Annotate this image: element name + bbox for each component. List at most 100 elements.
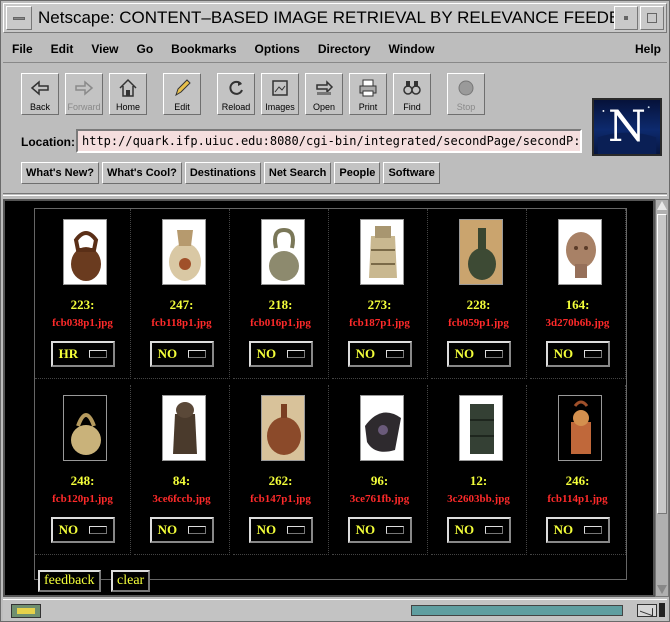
relevance-select[interactable]: NO (447, 341, 511, 367)
result-filename[interactable]: fcb016p1.jpg (233, 317, 328, 329)
people-button[interactable]: People (334, 162, 381, 184)
result-filename[interactable]: fcb187p1.jpg (332, 317, 427, 329)
result-filename[interactable]: fcb038p1.jpg (35, 317, 130, 329)
relevance-select[interactable]: NO (150, 341, 214, 367)
relevance-select[interactable]: NO (348, 341, 412, 367)
artifact-thumbnail[interactable] (459, 395, 503, 461)
menu-go[interactable]: Go (127, 42, 162, 56)
reload-button[interactable]: Reload (217, 73, 255, 115)
artifact-thumbnail[interactable] (558, 219, 602, 285)
artifact-thumbnail[interactable] (558, 395, 602, 461)
whats-cool-button[interactable]: What's Cool? (102, 162, 182, 184)
net-search-button[interactable]: Net Search (263, 162, 332, 184)
relevance-value: NO (157, 522, 178, 537)
home-button[interactable]: Home (109, 73, 147, 115)
result-number: 228: (466, 297, 491, 312)
open-button[interactable]: Open (305, 73, 343, 115)
binoculars-icon (403, 81, 421, 95)
scroll-down-arrow-icon[interactable] (657, 585, 667, 594)
menu-bookmarks[interactable]: Bookmarks (162, 42, 245, 56)
vertical-scrollbar[interactable] (655, 199, 669, 597)
window-menu-button[interactable] (6, 6, 32, 30)
stop-button[interactable]: Stop (447, 73, 485, 115)
relevance-select[interactable]: NO (447, 517, 511, 543)
images-icon (272, 80, 288, 96)
artifact-thumbnail[interactable] (162, 219, 206, 285)
relevance-select[interactable]: NO (546, 341, 610, 367)
mail-icon[interactable] (637, 604, 657, 617)
result-filename[interactable]: 3ce761fb.jpg (332, 493, 427, 505)
menu-file[interactable]: File (3, 42, 42, 56)
reload-label: Reload (221, 102, 251, 112)
artifact-thumbnail[interactable] (459, 219, 503, 285)
result-filename[interactable]: fcb120p1.jpg (35, 493, 130, 505)
menu-edit[interactable]: Edit (42, 42, 83, 56)
artifact-thumbnail[interactable] (63, 219, 107, 285)
maximize-button[interactable] (640, 6, 664, 30)
option-menu-indicator-icon (287, 350, 306, 358)
result-number: 96: (370, 473, 389, 488)
relevance-value: NO (256, 346, 277, 361)
relevance-select[interactable]: NO (546, 517, 610, 543)
option-menu-indicator-icon (386, 350, 405, 358)
netscape-logo[interactable]: N (592, 98, 662, 156)
edit-button[interactable]: Edit (163, 73, 201, 115)
result-filename[interactable]: fcb118p1.jpg (134, 317, 229, 329)
menu-bar: File Edit View Go Bookmarks Options Dire… (3, 35, 667, 63)
relevance-select[interactable]: HR (51, 341, 115, 367)
location-url-field[interactable]: http://quark.ifp.uiuc.edu:8080/cgi-bin/i… (76, 129, 582, 153)
title-bar[interactable]: Netscape: CONTENT–BASED IMAGE RETRIEVAL … (3, 3, 667, 33)
back-button[interactable]: Back (21, 73, 59, 115)
relevance-select[interactable]: NO (249, 341, 313, 367)
open-icon (316, 80, 334, 95)
result-cell: 247: fcb118p1.jpg NO (134, 209, 230, 379)
alert-icon (659, 603, 665, 617)
print-button[interactable]: Print (349, 73, 387, 115)
relevance-value: NO (355, 346, 376, 361)
relevance-select[interactable]: NO (51, 517, 115, 543)
result-number: 248: (70, 473, 95, 488)
scroll-thumb[interactable] (657, 214, 667, 514)
images-button[interactable]: Images (261, 73, 299, 115)
result-filename[interactable]: fcb147p1.jpg (233, 493, 328, 505)
minimize-button[interactable] (614, 6, 638, 30)
artifact-thumbnail[interactable] (261, 219, 305, 285)
destinations-button[interactable]: Destinations (184, 162, 261, 184)
relevance-value: NO (256, 522, 277, 537)
result-filename[interactable]: fcb059p1.jpg (431, 317, 526, 329)
menu-options[interactable]: Options (246, 42, 309, 56)
menu-window[interactable]: Window (380, 42, 444, 56)
open-label: Open (312, 102, 336, 112)
relevance-select[interactable]: NO (348, 517, 412, 543)
relevance-select[interactable]: NO (249, 517, 313, 543)
scroll-up-arrow-icon[interactable] (657, 201, 667, 210)
security-key-icon[interactable] (11, 603, 41, 618)
result-filename[interactable]: 3c2603bb.jpg (431, 493, 526, 505)
artifact-thumbnail[interactable] (162, 395, 206, 461)
result-number: 84: (172, 473, 191, 488)
menu-view[interactable]: View (82, 42, 127, 56)
directory-buttons: What's New? What's Cool? Destinations Ne… (21, 162, 443, 184)
netscape-n-icon: N (597, 102, 657, 154)
relevance-value: NO (454, 522, 475, 537)
forward-button[interactable]: Forward (65, 73, 103, 115)
software-button[interactable]: Software (383, 162, 440, 184)
artifact-thumbnail[interactable] (63, 395, 107, 461)
relevance-select[interactable]: NO (150, 517, 214, 543)
menu-help[interactable]: Help (626, 42, 667, 56)
artifact-thumbnail[interactable] (261, 395, 305, 461)
option-menu-indicator-icon (584, 526, 603, 534)
clear-button[interactable]: clear (111, 570, 151, 592)
result-number: 246: (565, 473, 590, 488)
artifact-thumbnail[interactable] (360, 219, 404, 285)
relevance-value: HR (58, 346, 79, 361)
find-button[interactable]: Find (393, 73, 431, 115)
whats-new-button[interactable]: What's New? (21, 162, 100, 184)
result-filename[interactable]: fcb114p1.jpg (530, 493, 625, 505)
artifact-thumbnail[interactable] (360, 395, 404, 461)
result-filename[interactable]: 3d270b6b.jpg (530, 317, 625, 329)
result-filename[interactable]: 3ce6fccb.jpg (134, 493, 229, 505)
menu-directory[interactable]: Directory (309, 42, 380, 56)
feedback-button[interactable]: feedback (38, 570, 101, 592)
relevance-value: NO (58, 522, 79, 537)
